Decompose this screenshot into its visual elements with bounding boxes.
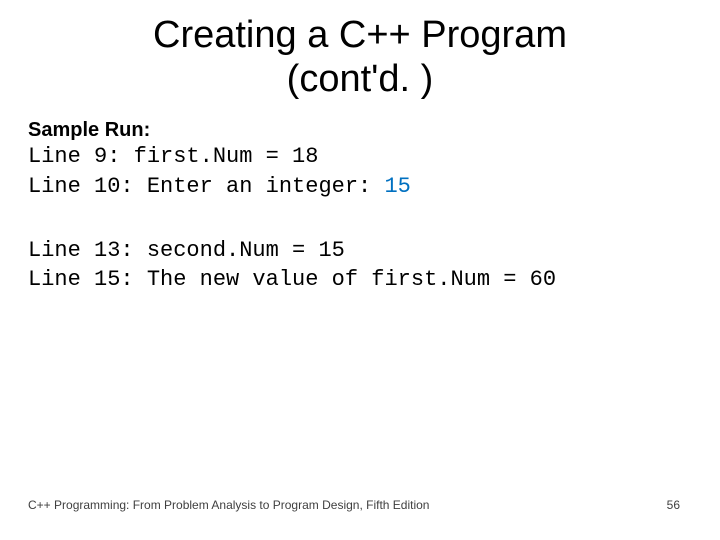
output-line-15: Line 15: The new value of first.Num = 60 — [28, 265, 692, 295]
user-input-value: 15 — [384, 174, 410, 199]
output-block-2: Line 13: second.Num = 15 Line 15: The ne… — [28, 236, 692, 295]
output-line-10: Line 10: Enter an integer: 15 — [28, 172, 692, 202]
title-line-1: Creating a C++ Program — [153, 14, 567, 56]
output-line-10-prefix: Line 10: Enter an integer: — [28, 174, 384, 199]
sample-run-label: Sample Run: — [28, 119, 692, 142]
output-line-9: Line 9: first.Num = 18 — [28, 142, 692, 172]
page-number: 56 — [667, 498, 680, 512]
title-line-2: (cont'd. ) — [287, 58, 434, 100]
output-line-13: Line 13: second.Num = 15 — [28, 236, 692, 266]
slide-body: Sample Run: Line 9: first.Num = 18 Line … — [0, 101, 720, 295]
footer-book-title: C++ Programming: From Problem Analysis t… — [28, 498, 429, 512]
slide-title: Creating a C++ Program (cont'd. ) — [0, 0, 720, 101]
